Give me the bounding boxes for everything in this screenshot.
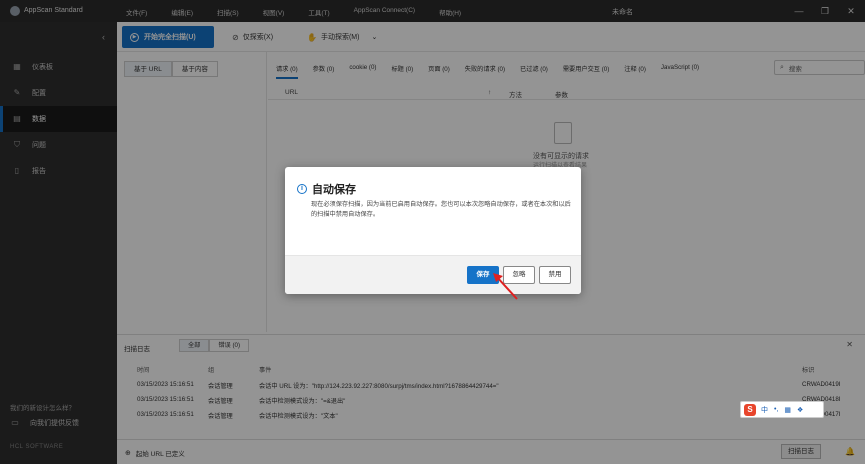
disable-button[interactable]: 禁用 bbox=[539, 266, 571, 284]
info-icon: i bbox=[297, 184, 307, 194]
dialog-footer: 保存 忽略 禁用 bbox=[285, 255, 581, 294]
ime-toolbar: S 中 •, ▦ ❖ bbox=[740, 401, 824, 418]
ime-punctuation[interactable]: •, bbox=[774, 406, 778, 413]
auto-save-dialog: i 自动保存 现在必须保存扫描，因为当前已启用自动保存。您也可以本次忽略自动保存… bbox=[285, 167, 581, 294]
ime-skin-icon[interactable]: ❖ bbox=[797, 406, 803, 414]
ime-chinese-mode[interactable]: 中 bbox=[761, 405, 768, 415]
dialog-title-text: 自动保存 bbox=[312, 184, 356, 196]
sogou-logo-icon[interactable]: S bbox=[744, 403, 756, 416]
annotation-arrow-icon bbox=[493, 273, 518, 300]
dialog-message: 现在必须保存扫描，因为当前已启用自动保存。您也可以本次忽略自动保存，或者在本次和… bbox=[311, 201, 571, 218]
dialog-title: i 自动保存 bbox=[297, 181, 356, 197]
ime-keyboard-icon[interactable]: ▦ bbox=[784, 406, 791, 414]
app-window: AppScan Standard 文件(F) 编辑(E) 扫描(S) 视图(V)… bbox=[0, 0, 865, 464]
